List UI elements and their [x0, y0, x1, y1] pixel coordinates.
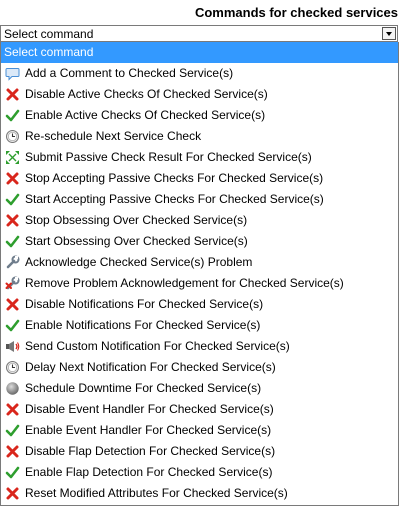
command-option-label: Enable Notifications For Checked Service…	[25, 318, 261, 332]
command-option[interactable]: Send Custom Notification For Checked Ser…	[1, 336, 398, 357]
command-option-label: Enable Flap Detection For Checked Servic…	[25, 465, 273, 479]
disable-icon	[5, 486, 20, 501]
command-option-label: Enable Active Checks Of Checked Service(…	[25, 108, 266, 122]
command-option[interactable]: Start Accepting Passive Checks For Check…	[1, 189, 398, 210]
enable-icon	[5, 318, 20, 333]
disable-icon	[5, 402, 20, 417]
command-dropdown-list: Select command Add a Comment to Checked S…	[0, 42, 399, 506]
command-option-label: Start Accepting Passive Checks For Check…	[25, 192, 324, 206]
megaphone-icon	[5, 339, 20, 354]
command-option-label: Select command	[4, 45, 94, 59]
command-options: Select command Add a Comment to Checked S…	[1, 42, 398, 504]
command-option-label: Disable Active Checks Of Checked Service…	[25, 87, 268, 101]
clock-icon	[5, 360, 20, 375]
command-option-label: Re-schedule Next Service Check	[25, 129, 202, 143]
command-option[interactable]: Delay Next Notification For Checked Serv…	[1, 357, 398, 378]
enable-icon	[5, 465, 20, 480]
enable-icon	[5, 108, 20, 123]
command-option[interactable]: Enable Event Handler For Checked Service…	[1, 420, 398, 441]
command-option[interactable]: Remove Problem Acknowledgement for Check…	[1, 273, 398, 294]
wrench-remove-icon	[5, 276, 20, 291]
command-option-label: Stop Obsessing Over Checked Service(s)	[25, 213, 248, 227]
disable-icon	[5, 297, 20, 312]
command-option[interactable]: Disable Notifications For Checked Servic…	[1, 294, 398, 315]
command-option[interactable]: Stop Accepting Passive Checks For Checke…	[1, 168, 398, 189]
command-option-label: Send Custom Notification For Checked Ser…	[25, 339, 290, 353]
command-option-label: Submit Passive Check Result For Checked …	[25, 150, 312, 164]
command-select[interactable]: Select command	[0, 25, 398, 42]
command-option[interactable]: Enable Active Checks Of Checked Service(…	[1, 105, 398, 126]
command-option-label: Disable Notifications For Checked Servic…	[25, 297, 264, 311]
command-option[interactable]: Re-schedule Next Service Check	[1, 126, 398, 147]
command-option-label: Stop Accepting Passive Checks For Checke…	[25, 171, 324, 185]
wrench-icon	[5, 255, 20, 270]
command-option[interactable]: Disable Flap Detection For Checked Servi…	[1, 441, 398, 462]
command-option[interactable]: Acknowledge Checked Service(s) Problem	[1, 252, 398, 273]
command-option[interactable]: Submit Passive Check Result For Checked …	[1, 147, 398, 168]
command-option-label: Enable Event Handler For Checked Service…	[25, 423, 272, 437]
command-option[interactable]: Disable Active Checks Of Checked Service…	[1, 84, 398, 105]
page-title: Commands for checked services	[194, 5, 398, 20]
command-select-value: Select command	[4, 27, 94, 41]
comment-icon	[5, 66, 20, 81]
command-option[interactable]: Schedule Downtime For Checked Service(s)	[1, 378, 398, 399]
clock-icon	[5, 129, 20, 144]
command-option[interactable]: Add a Comment to Checked Service(s)	[1, 63, 398, 84]
command-option[interactable]: Stop Obsessing Over Checked Service(s)	[1, 210, 398, 231]
command-option[interactable]: Reset Modified Attributes For Checked Se…	[1, 483, 398, 504]
command-option[interactable]: Disable Event Handler For Checked Servic…	[1, 399, 398, 420]
command-option-label: Start Obsessing Over Checked Service(s)	[25, 234, 248, 248]
command-option-label: Add a Comment to Checked Service(s)	[25, 66, 234, 80]
command-option-label: Delay Next Notification For Checked Serv…	[25, 360, 276, 374]
command-option-label: Schedule Downtime For Checked Service(s)	[25, 381, 262, 395]
command-option[interactable]: Start Obsessing Over Checked Service(s)	[1, 231, 398, 252]
enable-icon	[5, 423, 20, 438]
command-option-label: Reset Modified Attributes For Checked Se…	[25, 486, 288, 500]
downtime-icon	[5, 381, 20, 396]
command-option[interactable]: Select command	[1, 42, 398, 63]
passive-icon	[5, 150, 20, 165]
command-option-label: Acknowledge Checked Service(s) Problem	[25, 255, 253, 269]
command-option[interactable]: Enable Flap Detection For Checked Servic…	[1, 462, 398, 483]
command-option[interactable]: Enable Notifications For Checked Service…	[1, 315, 398, 336]
command-option-label: Remove Problem Acknowledgement for Check…	[25, 276, 344, 290]
disable-icon	[5, 444, 20, 459]
chevron-down-icon[interactable]	[382, 27, 396, 40]
enable-icon	[5, 234, 20, 249]
command-option-label: Disable Event Handler For Checked Servic…	[25, 402, 274, 416]
enable-icon	[5, 192, 20, 207]
disable-icon	[5, 171, 20, 186]
command-option-label: Disable Flap Detection For Checked Servi…	[25, 444, 276, 458]
disable-icon	[5, 213, 20, 228]
disable-icon	[5, 87, 20, 102]
